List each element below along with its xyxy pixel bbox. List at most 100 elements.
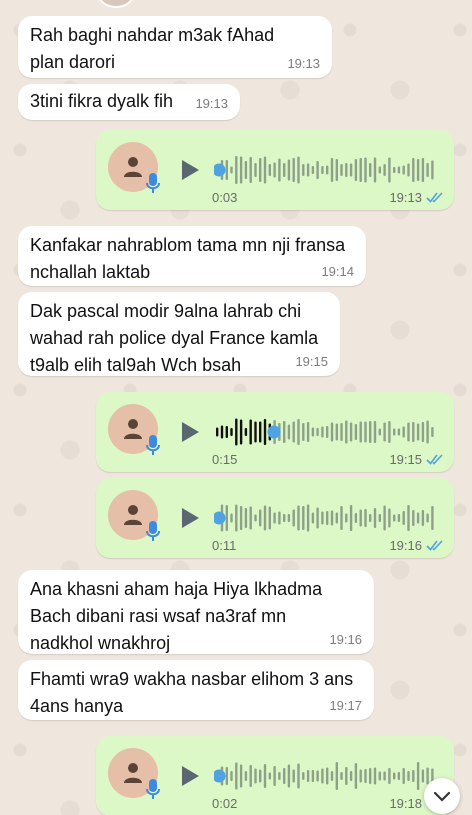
waveform-bar bbox=[244, 771, 248, 781]
waveform-bar bbox=[383, 771, 386, 781]
play-icon[interactable] bbox=[182, 422, 199, 442]
waveform-bar bbox=[373, 508, 377, 528]
waveform-bar bbox=[359, 421, 362, 443]
waveform-bar bbox=[369, 768, 372, 784]
waveform-bar bbox=[287, 424, 291, 440]
waveform-bar bbox=[259, 769, 262, 783]
waveform-bar bbox=[340, 772, 343, 780]
waveform-bar bbox=[369, 514, 372, 522]
waveform-slider[interactable] bbox=[214, 414, 434, 450]
message-bubble[interactable]: 3tini fikra dyalk fih 19:13 bbox=[18, 84, 240, 120]
waveform-bar bbox=[321, 768, 324, 784]
waveform-bar bbox=[421, 158, 425, 182]
waveform-bar bbox=[254, 768, 257, 784]
waveform-bar bbox=[287, 764, 291, 788]
waveform-bar bbox=[287, 159, 291, 181]
waveform-bar bbox=[349, 422, 353, 442]
message-bubble[interactable]: Ana khasni aham haja Hiya lkhadma Bach d… bbox=[18, 570, 374, 654]
waveform-bar bbox=[235, 504, 238, 532]
playback-position-handle[interactable] bbox=[214, 163, 226, 177]
voice-time: 19:18 bbox=[389, 796, 422, 811]
waveform-bar bbox=[402, 768, 405, 784]
waveform-bar bbox=[426, 420, 429, 444]
waveform-bar bbox=[402, 426, 405, 438]
waveform-bar bbox=[311, 427, 315, 437]
waveform-bar bbox=[330, 510, 334, 526]
waveform-bar bbox=[244, 428, 248, 436]
waveform-bar bbox=[220, 425, 224, 439]
message-bubble[interactable]: Fhamti wra9 wakha nasbar elihom 3 ans 4a… bbox=[18, 660, 374, 720]
waveform-bar bbox=[249, 419, 252, 445]
waveform-bar bbox=[349, 771, 353, 781]
message-bubble[interactable]: Dak pascal modir 9alna lahrab chi wahad … bbox=[18, 292, 340, 376]
play-icon[interactable] bbox=[182, 766, 199, 786]
waveform-bar bbox=[407, 422, 410, 442]
waveform-bar bbox=[263, 764, 267, 788]
waveform-bar bbox=[326, 165, 329, 175]
waveform-bar bbox=[402, 511, 405, 525]
message-text: Ana khasni aham haja Hiya lkhadma Bach d… bbox=[30, 579, 323, 653]
waveform-bar bbox=[230, 428, 233, 436]
message-bubble[interactable]: Kanfakar nahrablom tama mn nji fransa nc… bbox=[18, 226, 366, 286]
message-time: 19:15 bbox=[295, 354, 328, 369]
waveform-bar bbox=[263, 505, 267, 531]
play-icon[interactable] bbox=[182, 160, 199, 180]
scroll-down-button[interactable] bbox=[424, 778, 460, 814]
waveform-bar bbox=[397, 514, 401, 522]
waveform-bar bbox=[297, 763, 300, 789]
waveform-bar bbox=[230, 166, 233, 174]
waveform-bar bbox=[416, 423, 420, 441]
waveform-bar bbox=[354, 159, 358, 181]
waveform-bar bbox=[216, 427, 219, 437]
waveform-bar bbox=[388, 768, 391, 784]
waveform-bar bbox=[254, 514, 257, 522]
waveform-slider[interactable] bbox=[214, 500, 434, 536]
waveform-bar bbox=[364, 769, 367, 783]
voice-message[interactable]: 0:03 19:13 bbox=[96, 130, 454, 210]
waveform-bar bbox=[354, 513, 358, 523]
waveform-bar bbox=[283, 421, 286, 443]
waveform-bar bbox=[388, 508, 391, 528]
playback-position-handle[interactable] bbox=[214, 769, 226, 783]
double-check-icon bbox=[426, 540, 443, 551]
message-bubble[interactable]: Rah baghi nahdar m3ak fAhad plan darori … bbox=[18, 16, 332, 78]
waveform-bar bbox=[225, 160, 228, 180]
waveform-bar bbox=[244, 161, 248, 179]
waveform-bar bbox=[364, 157, 367, 183]
playback-position-handle[interactable] bbox=[267, 425, 281, 439]
playback-position-handle[interactable] bbox=[214, 511, 226, 525]
microphone-icon bbox=[146, 435, 160, 455]
waveform-slider[interactable] bbox=[214, 152, 434, 188]
voice-time: 19:15 bbox=[389, 452, 422, 467]
waveform-bar bbox=[254, 163, 257, 177]
microphone-icon bbox=[146, 521, 160, 541]
waveform-bar bbox=[416, 762, 420, 790]
message-time: 19:14 bbox=[321, 264, 354, 279]
play-icon[interactable] bbox=[182, 508, 199, 528]
waveform-bar bbox=[412, 158, 415, 182]
waveform-bar bbox=[330, 771, 334, 781]
waveform-bar bbox=[359, 158, 362, 182]
message-text: Kanfakar nahrablom tama mn nji fransa nc… bbox=[30, 235, 346, 282]
chevron-down-icon bbox=[433, 791, 451, 802]
waveform-bar bbox=[335, 159, 338, 181]
voice-message[interactable]: 0:11 19:16 bbox=[96, 478, 454, 558]
double-check-icon bbox=[426, 454, 443, 465]
waveform-bar bbox=[278, 158, 281, 182]
waveform-bar bbox=[373, 157, 377, 183]
voice-time: 19:13 bbox=[389, 190, 422, 205]
waveform-bar bbox=[244, 508, 248, 528]
waveform-bar bbox=[287, 514, 291, 522]
waveform-bar bbox=[393, 428, 396, 436]
waveform-bar bbox=[393, 167, 396, 173]
waveform-bar bbox=[326, 426, 329, 438]
waveform-bar bbox=[349, 505, 353, 531]
waveform-bar bbox=[330, 422, 334, 442]
voice-message[interactable]: 0:02 19:18 bbox=[96, 736, 454, 815]
waveform-bar bbox=[311, 166, 315, 174]
waveform-bar bbox=[359, 769, 362, 783]
voice-message[interactable]: 0:15 19:15 bbox=[96, 392, 454, 472]
waveform-bar bbox=[268, 506, 271, 530]
waveform-bar bbox=[302, 164, 305, 176]
waveform-slider[interactable] bbox=[214, 758, 434, 794]
